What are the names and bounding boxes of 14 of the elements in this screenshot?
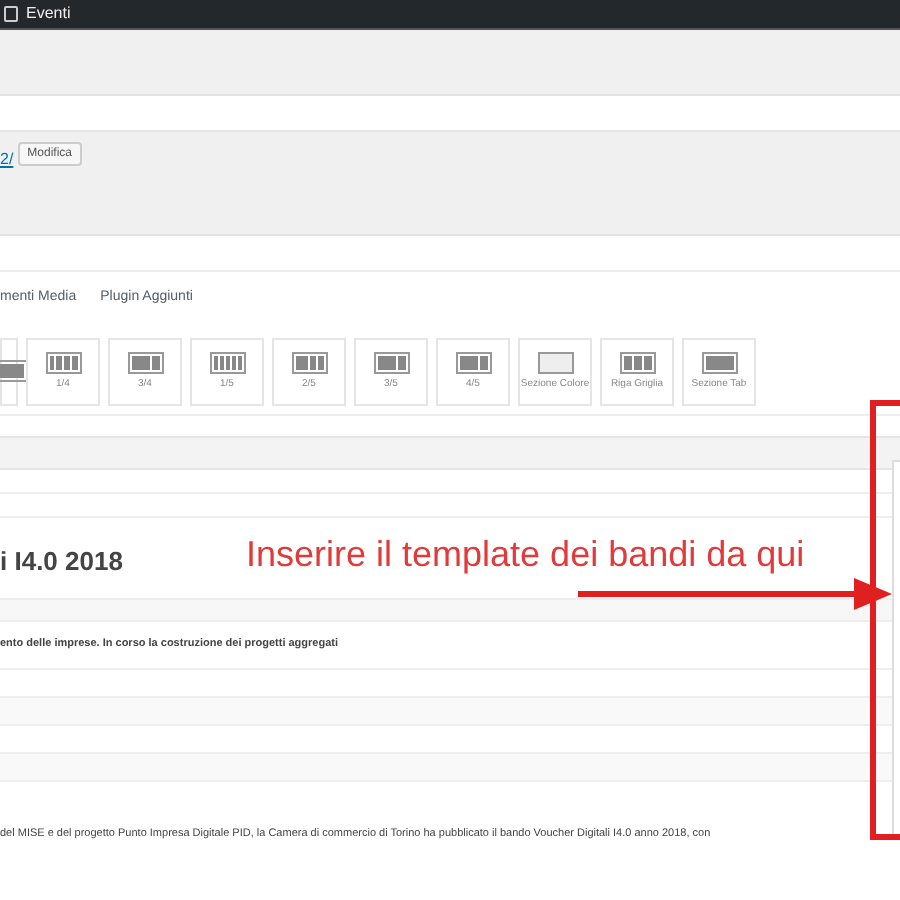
- columns-icon: [373, 352, 409, 374]
- columns-icon: [455, 352, 491, 374]
- columns-icon: [209, 352, 245, 374]
- columns-icon: [127, 352, 163, 374]
- columns-icon: [537, 352, 573, 374]
- annotation-text: Inserire il template dei bandi da qui: [246, 536, 805, 572]
- permalink-link[interactable]: 2/: [0, 148, 14, 172]
- columns-icon: [701, 352, 737, 374]
- calendar-icon[interactable]: [4, 6, 18, 22]
- menu-item[interactable]: Eventi: [26, 6, 71, 22]
- post-title: i I4.0 2018: [0, 544, 123, 581]
- columns-icon: [619, 352, 655, 374]
- columns-icon: [45, 352, 81, 374]
- columns-icon: [291, 352, 327, 374]
